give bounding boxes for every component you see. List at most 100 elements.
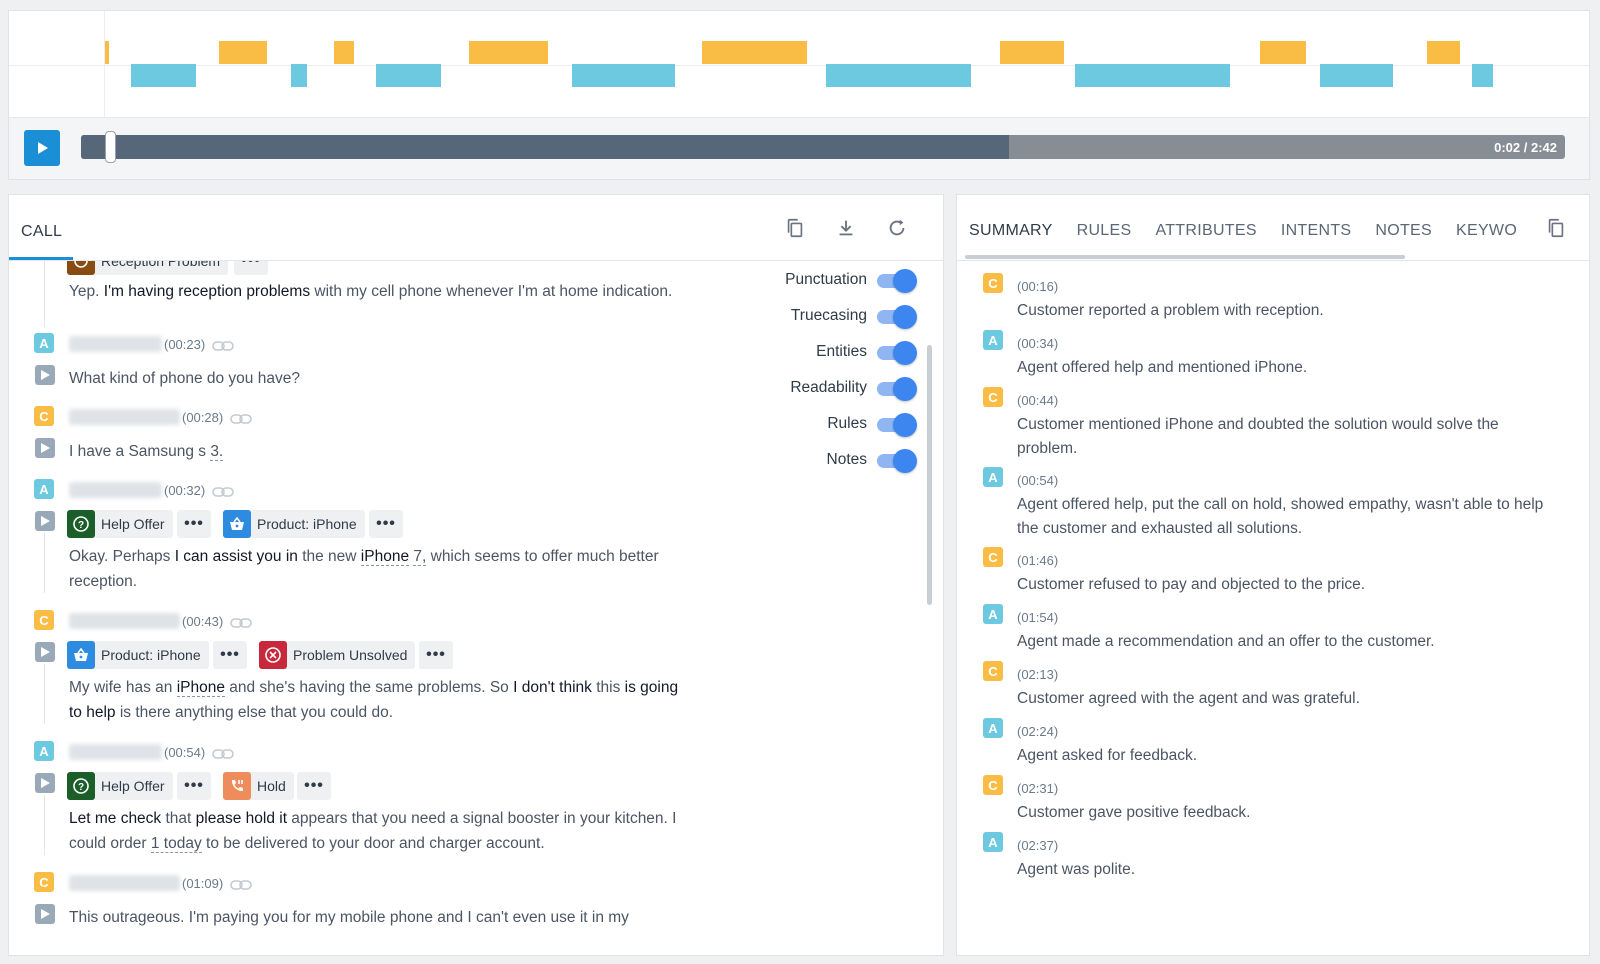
timestamp[interactable]: (00:44) — [1017, 393, 1058, 408]
agent-speech-segment[interactable] — [291, 64, 307, 87]
agent-speech-segment[interactable] — [1075, 64, 1230, 87]
tabs-scrollbar[interactable] — [965, 255, 1405, 259]
play-line-button[interactable] — [35, 365, 55, 385]
play-line-button[interactable] — [35, 773, 55, 793]
timestamp[interactable]: (01:09) — [182, 876, 223, 891]
tab-keywords[interactable]: KEYWORDS — [1456, 222, 1517, 240]
entities-switch[interactable] — [877, 338, 919, 366]
link-icon[interactable] — [212, 748, 234, 760]
truecasing-switch[interactable] — [877, 302, 919, 330]
toggle-entities[interactable]: Entities — [816, 337, 919, 367]
customer-speech-segment[interactable] — [469, 41, 548, 64]
link-icon[interactable] — [230, 413, 252, 425]
customer-speech-segment[interactable] — [219, 41, 267, 64]
agent-speech-segment[interactable] — [376, 64, 441, 87]
chip-more-button[interactable]: ••• — [297, 772, 331, 800]
link-icon[interactable] — [230, 879, 252, 891]
tab-summary[interactable]: SUMMARY — [969, 222, 1053, 240]
tab-notes[interactable]: NOTES — [1375, 222, 1432, 240]
agent-speech-segment[interactable] — [1320, 64, 1393, 87]
agent-speech-segment[interactable] — [131, 64, 196, 87]
notes-switch[interactable] — [877, 446, 919, 474]
toggle-notes[interactable]: Notes — [827, 445, 920, 475]
chip-more-button[interactable]: ••• — [234, 261, 268, 275]
customer-speech-segment[interactable] — [702, 41, 807, 64]
toggle-punctuation[interactable]: Punctuation — [785, 265, 919, 295]
timestamp[interactable]: (00:32) — [164, 483, 205, 498]
toggle-readability[interactable]: Readability — [790, 373, 919, 403]
timestamp[interactable]: (00:54) — [1017, 473, 1058, 488]
entity-highlight[interactable]: 1 today — [150, 835, 202, 853]
display-options: Punctuation Truecasing Entities Readabil… — [769, 261, 919, 481]
rules-switch[interactable] — [877, 410, 919, 438]
chip-more-button[interactable]: ••• — [419, 641, 453, 669]
tab-attributes[interactable]: ATTRIBUTES — [1155, 222, 1256, 240]
summary-item: A (00:34) Agent offered help and mention… — [957, 318, 1589, 376]
agent-speech-segment[interactable] — [826, 64, 971, 87]
agent-speech-segment[interactable] — [572, 64, 675, 87]
timestamp[interactable]: (00:16) — [1017, 279, 1058, 294]
link-icon[interactable] — [212, 486, 234, 498]
play-line-button[interactable] — [35, 511, 55, 531]
timestamp[interactable]: (02:31) — [1017, 781, 1058, 796]
intent-chip-help-offer[interactable]: ? Help Offer — [67, 510, 173, 538]
chip-more-button[interactable]: ••• — [369, 510, 403, 538]
tab-intents[interactable]: INTENTS — [1281, 222, 1352, 240]
transcript-scrollbar[interactable] — [927, 345, 932, 605]
refresh-transcript-button[interactable] — [886, 217, 908, 239]
timestamp[interactable]: (01:46) — [1017, 553, 1058, 568]
entity-chip-product[interactable]: Product: iPhone — [67, 641, 209, 669]
tab-rules[interactable]: RULES — [1077, 222, 1132, 240]
timestamp[interactable]: (00:43) — [182, 614, 223, 629]
customer-speech-segment[interactable] — [334, 41, 354, 64]
intent-chip-help-offer[interactable]: ? Help Offer — [67, 772, 173, 800]
play-button[interactable] — [24, 130, 60, 166]
play-line-button[interactable] — [35, 642, 55, 662]
timestamp[interactable]: (00:28) — [182, 410, 223, 425]
entity-highlight[interactable]: iPhone — [360, 548, 410, 566]
punctuation-switch[interactable] — [877, 266, 919, 294]
entity-highlight[interactable]: 3. — [210, 443, 224, 461]
customer-speech-segment[interactable] — [1427, 41, 1460, 64]
summary-item: C (01:46) Customer refused to pay and ob… — [957, 535, 1589, 593]
chip-more-button[interactable]: ••• — [177, 772, 211, 800]
agent-badge: A — [983, 467, 1003, 487]
entity-highlight[interactable]: iPhone — [176, 679, 225, 697]
customer-badge: C — [983, 775, 1003, 795]
customer-speech-segment[interactable] — [1260, 41, 1306, 64]
tab-call[interactable]: CALL — [21, 223, 62, 241]
progress-handle[interactable] — [105, 131, 116, 163]
toggle-truecasing[interactable]: Truecasing — [791, 301, 919, 331]
download-transcript-button[interactable] — [835, 217, 857, 239]
player-controls: 0:02 / 2:42 — [9, 117, 1589, 179]
toggle-rules[interactable]: Rules — [827, 409, 919, 439]
entity-chip-product[interactable]: Product: iPhone — [223, 510, 365, 538]
agent-speech-segment[interactable] — [1472, 64, 1493, 87]
play-icon — [38, 142, 48, 154]
timestamp[interactable]: (02:13) — [1017, 667, 1058, 682]
readability-switch[interactable] — [877, 374, 919, 402]
playback-progress-bar[interactable]: 0:02 / 2:42 — [81, 131, 1565, 163]
timestamp[interactable]: (00:34) — [1017, 336, 1058, 351]
timestamp[interactable]: (00:54) — [164, 745, 205, 760]
link-icon[interactable] — [212, 340, 234, 352]
copy-transcript-button[interactable] — [784, 217, 806, 239]
play-line-button[interactable] — [35, 904, 55, 924]
intent-chip-problem-unsolved[interactable]: Problem Unsolved — [259, 641, 416, 669]
timestamp[interactable]: (02:24) — [1017, 724, 1058, 739]
line-guide — [44, 795, 45, 855]
customer-speech-segment[interactable] — [1000, 41, 1064, 64]
customer-speech-segment[interactable] — [105, 41, 109, 64]
chip-more-button[interactable]: ••• — [213, 641, 247, 669]
timestamp[interactable]: (01:54) — [1017, 610, 1058, 625]
link-icon[interactable] — [230, 617, 252, 629]
timestamp[interactable]: (02:37) — [1017, 838, 1058, 853]
entity-highlight[interactable]: 7, — [413, 548, 427, 566]
intent-chip[interactable]: Reception Problem — [67, 261, 229, 275]
chip-more-button[interactable]: ••• — [177, 510, 211, 538]
intent-chip-hold[interactable]: Hold — [223, 772, 294, 800]
copy-summary-button[interactable] — [1545, 217, 1567, 239]
svg-text:?: ? — [78, 520, 84, 531]
timestamp[interactable]: (00:23) — [164, 337, 205, 352]
play-line-button[interactable] — [35, 438, 55, 458]
